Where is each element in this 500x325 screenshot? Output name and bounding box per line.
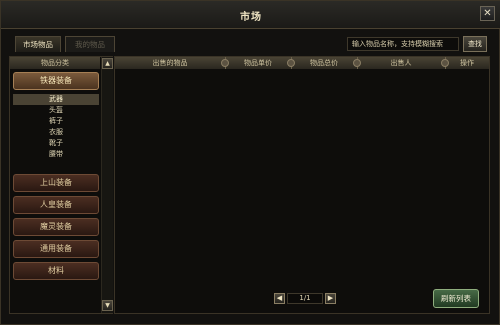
subcategory-pants[interactable]: 裤子: [13, 116, 99, 127]
subcategory-clothes[interactable]: 衣服: [13, 127, 99, 138]
chevron-right-icon: ▶: [327, 294, 334, 302]
page-indicator: 1/1: [287, 293, 323, 304]
tab-my-items[interactable]: 我的物品: [65, 36, 115, 52]
category-renhuang[interactable]: 人皇装备: [13, 196, 99, 214]
subcategory-boots[interactable]: 靴子: [13, 138, 99, 149]
close-button[interactable]: ✕: [480, 6, 495, 21]
scroll-down-icon[interactable]: ▼: [102, 300, 113, 311]
title-bar: 市场 ✕: [1, 1, 500, 29]
category-materials[interactable]: 材料: [13, 262, 99, 280]
window-title: 市场: [240, 12, 262, 23]
sidebar-scrollbar[interactable]: ▲ ▼: [101, 57, 113, 313]
chevron-left-icon: ◀: [276, 294, 283, 302]
refresh-list-button[interactable]: 刷新列表: [433, 289, 479, 308]
subcategory-belt[interactable]: 腰带: [13, 149, 99, 160]
col-total-price[interactable]: 物品总价: [291, 57, 357, 69]
scroll-up-icon[interactable]: ▲: [102, 58, 113, 69]
col-unit-price[interactable]: 物品单价: [225, 57, 291, 69]
prev-page-button[interactable]: ◀: [274, 293, 285, 304]
subcategory-list: 武器 头盔 裤子 衣服 靴子 腰带: [13, 94, 99, 160]
tab-market-items[interactable]: 市场物品: [15, 36, 61, 52]
category-header: 物品分类: [10, 57, 100, 69]
table-header: 出售的物品 物品单价 物品总价 出售人 操作: [115, 57, 489, 69]
col-seller[interactable]: 出售人: [357, 57, 445, 69]
category-tongyong[interactable]: 通用装备: [13, 240, 99, 258]
category-tieqi[interactable]: 铁器装备: [13, 72, 99, 90]
category-sidebar: 物品分类 铁器装备 武器 头盔 裤子 衣服 靴子 腰带 上山装备 人皇装备 魔灵…: [9, 56, 113, 314]
listing-panel: 出售的物品 物品单价 物品总价 出售人 操作 ◀ 1/1 ▶ 刷新列表: [114, 56, 490, 314]
search-input[interactable]: 输入物品名称，支持模糊搜索: [347, 37, 459, 51]
category-moling[interactable]: 魔灵装备: [13, 218, 99, 236]
listing-table-body: [115, 69, 489, 283]
close-icon: ✕: [483, 8, 492, 19]
subcategory-weapon[interactable]: 武器: [13, 94, 99, 105]
subcategory-helmet[interactable]: 头盔: [13, 105, 99, 116]
category-shangshan[interactable]: 上山装备: [13, 174, 99, 192]
search-button[interactable]: 查找: [463, 36, 487, 52]
col-action[interactable]: 操作: [445, 57, 489, 69]
next-page-button[interactable]: ▶: [325, 293, 336, 304]
market-window: 市场 ✕ 市场物品 我的物品 输入物品名称，支持模糊搜索 查找 物品分类 铁器装…: [0, 0, 500, 325]
col-item[interactable]: 出售的物品: [115, 57, 225, 69]
